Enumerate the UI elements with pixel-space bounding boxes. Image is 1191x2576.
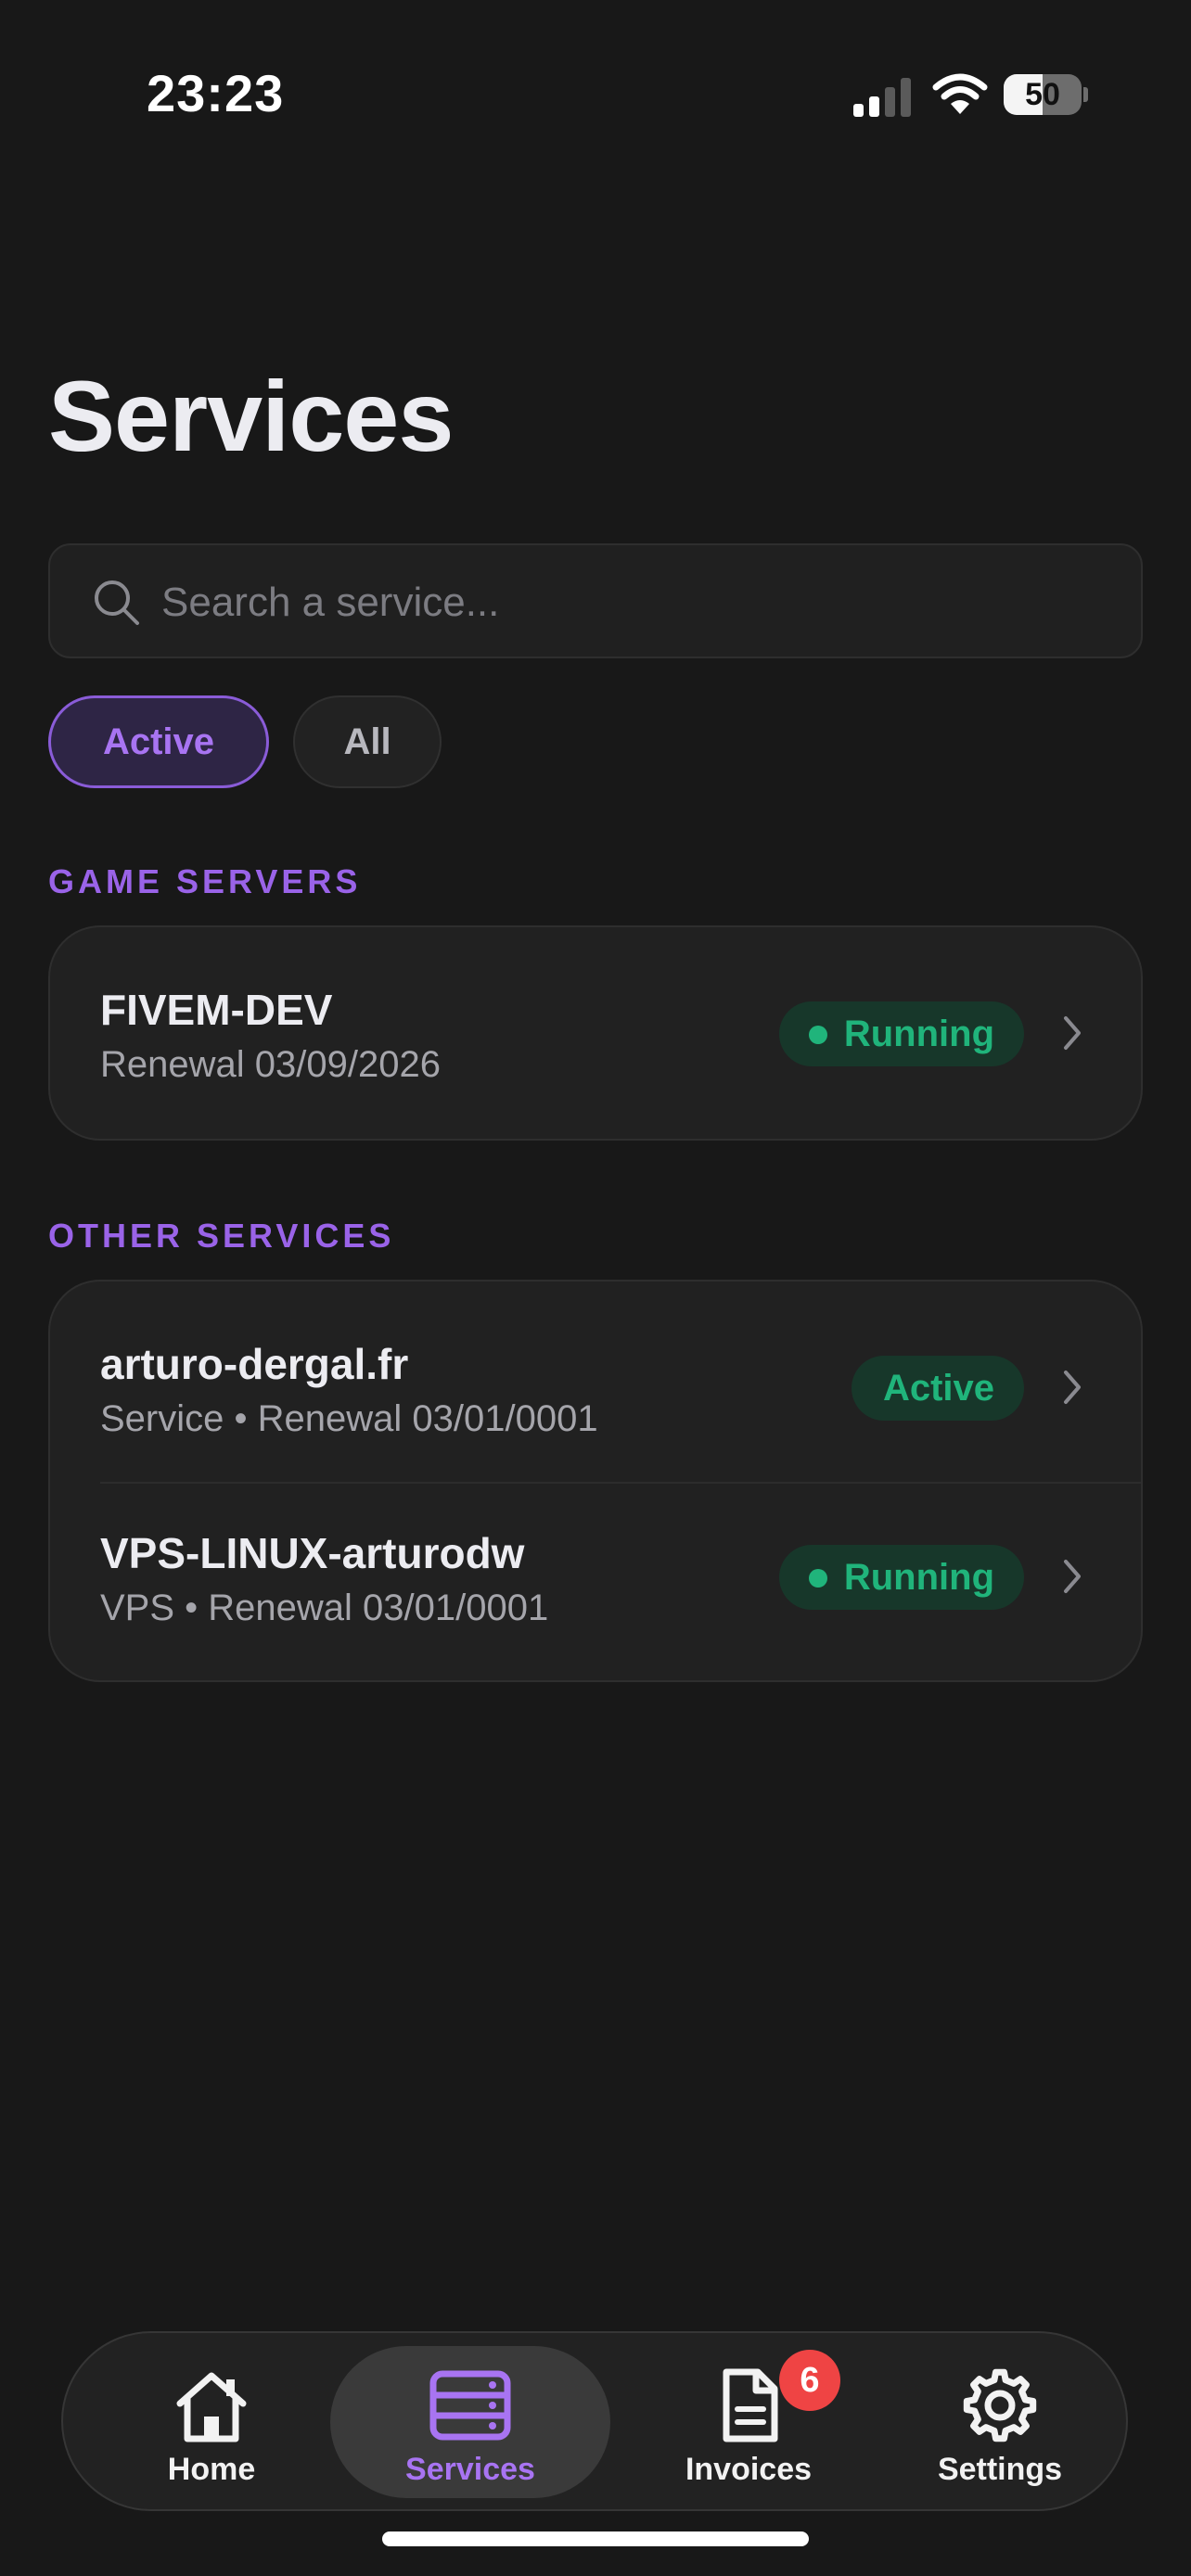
search-input[interactable] <box>161 566 1108 640</box>
status-dot <box>809 1026 827 1044</box>
server-stack-icon <box>429 2370 511 2441</box>
signal-icon <box>853 78 911 117</box>
tab-label: Settings <box>937 2452 1063 2487</box>
search-box[interactable] <box>48 543 1143 658</box>
service-name: arturo-dergal.fr <box>100 1340 409 1388</box>
search-icon <box>95 580 139 625</box>
battery-cap <box>1083 87 1088 102</box>
chevron-right-icon <box>1064 1016 1081 1050</box>
status-time: 23:23 <box>147 64 285 122</box>
status-label: Active <box>882 1368 994 1409</box>
filter-chip-active[interactable]: Active <box>48 695 269 788</box>
tab-label: Home <box>167 2452 256 2487</box>
service-row-arturo-dergal[interactable]: arturo-dergal.fr Service • Renewal 03/01… <box>50 1294 1141 1480</box>
chevron-right-icon <box>1064 1371 1081 1404</box>
battery-percent: 50 <box>1025 77 1060 112</box>
status-label: Running <box>843 1014 994 1054</box>
game-servers-card: FIVEM-DEV Renewal 03/09/2026 Running <box>48 925 1143 1141</box>
service-renewal: Renewal 03/09/2026 <box>100 1044 441 1085</box>
services-screen: 23:23 50 Services Active Al <box>0 0 1191 2576</box>
tab-label: Invoices <box>685 2452 813 2487</box>
tab-invoices[interactable]: Invoices 6 <box>633 2346 864 2498</box>
status-label: Running <box>843 1557 994 1598</box>
other-services-card: arturo-dergal.fr Service • Renewal 03/01… <box>48 1280 1143 1682</box>
gear-outline <box>963 2368 1037 2442</box>
chevron-right-icon <box>1064 1560 1081 1593</box>
tab-label: Services <box>405 2452 535 2487</box>
service-renewal: Service • Renewal 03/01/0001 <box>100 1398 598 1439</box>
tab-settings[interactable]: Settings <box>889 2346 1111 2498</box>
page-title: Services <box>48 360 454 472</box>
filter-chip-all[interactable]: All <box>293 695 442 788</box>
status-badge: Running <box>779 1545 1024 1610</box>
home-indicator <box>382 2531 809 2546</box>
tab-services[interactable]: Services <box>330 2346 610 2498</box>
service-renewal: VPS • Renewal 03/01/0001 <box>100 1588 549 1628</box>
wifi-icon <box>932 73 988 114</box>
battery-icon: 50 <box>1004 74 1088 115</box>
battery-body: 50 <box>1004 74 1082 115</box>
service-row-vps-linux[interactable]: VPS-LINUX-arturodw VPS • Renewal 03/01/0… <box>50 1484 1141 1669</box>
status-badge: Active <box>852 1356 1024 1421</box>
service-row-fivem-dev[interactable]: FIVEM-DEV Renewal 03/09/2026 Running <box>50 940 1141 1126</box>
status-badge: Running <box>779 1001 1024 1066</box>
tab-bar: Home Services Invoices 6 Settings <box>61 2331 1128 2511</box>
status-bar: 23:23 50 <box>0 0 1191 195</box>
service-name: FIVEM-DEV <box>100 986 333 1034</box>
status-dot <box>809 1569 827 1588</box>
section-header-game-servers: GAME SERVERS <box>48 862 362 900</box>
tab-home[interactable]: Home <box>100 2346 323 2498</box>
gear-icon <box>963 2368 1037 2442</box>
section-header-other-services: OTHER SERVICES <box>48 1217 395 1255</box>
house-icon <box>176 2372 247 2442</box>
invoices-count-badge: 6 <box>779 2350 840 2411</box>
service-name: VPS-LINUX-arturodw <box>100 1529 525 1577</box>
